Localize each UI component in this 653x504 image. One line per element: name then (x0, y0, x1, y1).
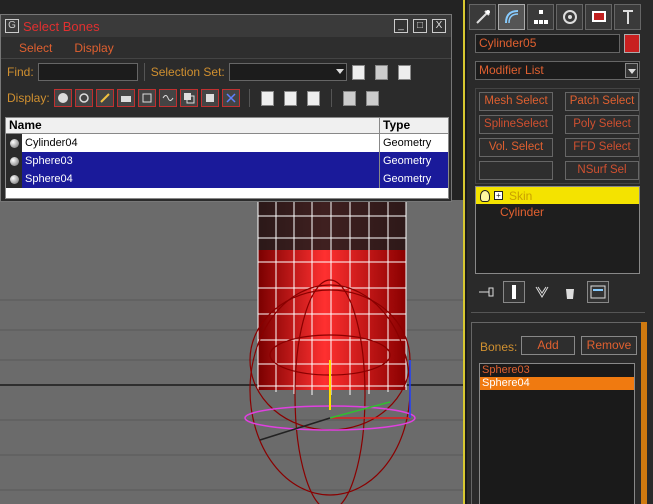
mesh-select-button[interactable]: Mesh Select (479, 92, 553, 111)
modifier-buttons-group: Mesh Select Patch Select SplineSelect Po… (475, 88, 640, 184)
chevron-down-icon (625, 63, 638, 78)
app-logo-icon: G (5, 19, 19, 33)
display-tab-icon[interactable] (585, 4, 612, 30)
table-row[interactable]: Sphere04 Geometry (6, 170, 448, 188)
display-none-icon[interactable] (283, 90, 297, 106)
create-tab-icon[interactable] (469, 4, 496, 30)
geometry-sphere-icon (6, 152, 22, 170)
modifier-list-dropdown[interactable]: Modifier List (475, 61, 640, 80)
select-invert-icon[interactable] (397, 64, 411, 80)
display-influences-icon[interactable] (365, 90, 379, 106)
modify-tab-icon[interactable] (498, 4, 525, 30)
list-item[interactable]: Sphere04 (480, 377, 634, 390)
toolbar-divider (330, 89, 332, 107)
table-row[interactable]: Sphere03 Geometry (6, 152, 448, 170)
row-name: Cylinder04 (22, 134, 380, 152)
column-name[interactable]: Name (6, 118, 380, 133)
display-label: Display: (7, 91, 50, 105)
modifier-stack: + Skin Cylinder (475, 186, 640, 274)
menu-display[interactable]: Display (74, 41, 113, 55)
display-invert-icon[interactable] (306, 90, 320, 106)
column-type[interactable]: Type (380, 118, 410, 133)
menu-select[interactable]: Select (19, 41, 52, 55)
bones-label: Bones: (480, 340, 518, 354)
patch-select-button[interactable]: Patch Select (565, 92, 639, 111)
expand-plus-icon[interactable]: + (494, 191, 503, 200)
object-color-swatch[interactable] (624, 34, 640, 53)
helpers-filter-icon[interactable] (137, 89, 156, 107)
table-row[interactable]: Cylinder04 Geometry (6, 134, 448, 152)
panel-divider (471, 312, 645, 313)
select-all-icon[interactable] (351, 64, 365, 80)
table-header: Name Type (6, 118, 448, 134)
row-name: Sphere03 (22, 152, 380, 170)
lightbulb-icon[interactable] (480, 189, 490, 202)
dialog-menubar: Select Display (1, 37, 451, 59)
command-panel-tabs (467, 0, 653, 30)
geometry-sphere-icon (6, 170, 22, 188)
select-none-icon[interactable] (374, 64, 388, 80)
display-all-icon[interactable] (260, 90, 274, 106)
cameras-filter-icon[interactable] (116, 89, 135, 107)
stack-item-skin[interactable]: + Skin (476, 187, 639, 204)
find-label: Find: (7, 65, 34, 79)
ffd-select-button[interactable]: FFD Select (565, 138, 639, 157)
toolbar-divider (143, 63, 145, 81)
minimize-button[interactable]: _ (394, 19, 408, 33)
bones-list-table: Name Type Cylinder04 Geometry Sphere03 G… (5, 117, 449, 199)
display-row: Display: (1, 85, 451, 111)
configure-modifier-sets-icon[interactable] (587, 281, 609, 303)
row-type: Geometry (380, 170, 448, 188)
remove-bone-button[interactable]: Remove (581, 336, 637, 355)
find-input[interactable] (37, 63, 138, 81)
close-button[interactable]: X (432, 19, 446, 33)
bones-filter-icon[interactable] (221, 89, 240, 107)
motion-tab-icon[interactable] (556, 4, 583, 30)
hierarchy-tab-icon[interactable] (527, 4, 554, 30)
chevron-down-icon (335, 69, 344, 74)
groups-filter-icon[interactable] (179, 89, 198, 107)
xrefs-filter-icon[interactable] (200, 89, 219, 107)
panel-scrollbar[interactable] (641, 322, 647, 504)
modifier-list-label: Modifier List (479, 63, 544, 77)
command-panel: Cylinder05 Modifier List Mesh Select Pat… (467, 0, 653, 504)
select-bones-dialog: G Select Bones _ □ X Select Display Find… (0, 14, 452, 202)
shapes-filter-icon[interactable] (74, 89, 93, 107)
poly-select-button[interactable]: Poly Select (565, 115, 639, 134)
selection-set-label: Selection Set: (150, 65, 225, 79)
spline-select-button[interactable]: SplineSelect (479, 115, 553, 134)
utilities-tab-icon[interactable] (614, 4, 641, 30)
geometry-filter-icon[interactable] (53, 89, 72, 107)
pin-stack-icon[interactable] (475, 281, 497, 303)
spacewarps-filter-icon[interactable] (158, 89, 177, 107)
toolbar-divider (248, 89, 250, 107)
row-name: Sphere04 (22, 170, 380, 188)
object-name-field[interactable]: Cylinder05 (475, 34, 620, 53)
show-end-result-icon[interactable] (503, 281, 525, 303)
row-type: Geometry (380, 152, 448, 170)
stack-item-cylinder[interactable]: Cylinder (476, 204, 639, 221)
lights-filter-icon[interactable] (95, 89, 114, 107)
maximize-button[interactable]: □ (413, 19, 427, 33)
find-row: Find: Selection Set: (1, 59, 451, 85)
bones-list: Sphere03 Sphere04 (479, 363, 635, 504)
nsurf-sel-button[interactable]: NSurf Sel (565, 161, 639, 180)
display-subtree-icon[interactable] (342, 90, 356, 106)
row-type: Geometry (383, 137, 432, 149)
selection-set-dropdown[interactable] (228, 63, 347, 81)
dialog-title: Select Bones (23, 18, 100, 34)
geometry-sphere-icon (6, 134, 22, 152)
empty-modifier-button[interactable] (479, 161, 553, 180)
vol-select-button[interactable]: Vol. Select (479, 138, 553, 157)
make-unique-icon[interactable] (531, 281, 553, 303)
dialog-titlebar[interactable]: G Select Bones _ □ X (1, 15, 451, 37)
list-item[interactable]: Sphere03 (480, 364, 634, 377)
stack-toolbar (475, 280, 640, 304)
remove-modifier-icon[interactable] (559, 281, 581, 303)
add-bone-button[interactable]: Add (521, 336, 575, 355)
stack-item-label: Skin (509, 188, 533, 203)
